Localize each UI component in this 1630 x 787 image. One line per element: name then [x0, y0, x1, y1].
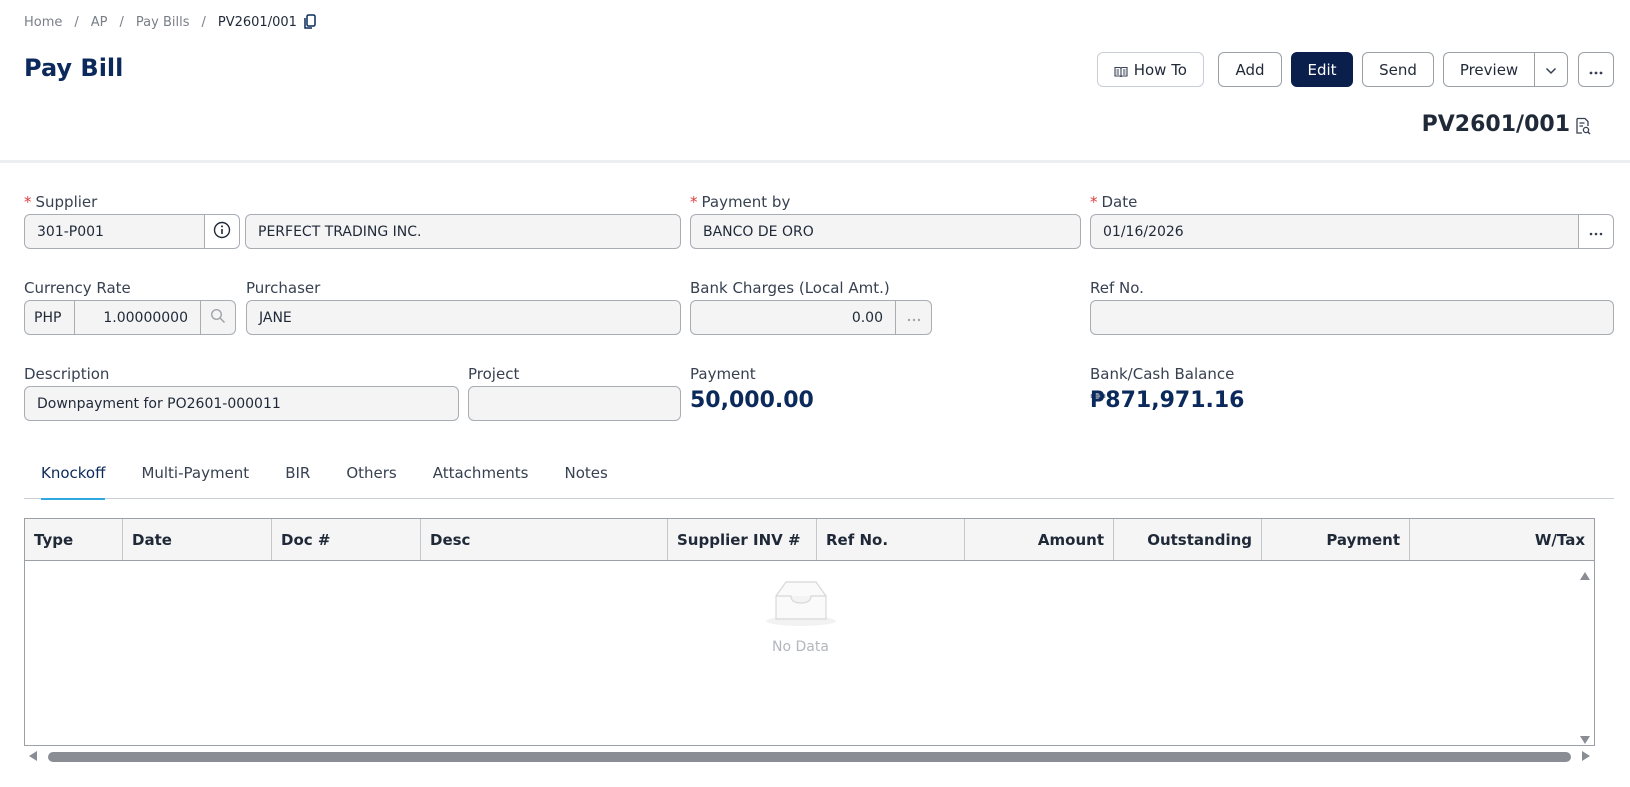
purchaser-field[interactable]: JANE: [246, 300, 681, 335]
tab-others[interactable]: Others: [346, 455, 396, 499]
column-header-amount[interactable]: Amount: [965, 519, 1114, 560]
breadcrumb-separator: /: [201, 14, 206, 30]
scroll-right-icon[interactable]: [1581, 750, 1591, 766]
tab-multi-payment[interactable]: Multi-Payment: [141, 455, 249, 499]
table-header: Type Date Doc # Desc Supplier INV # Ref …: [25, 519, 1594, 561]
page-title: Pay Bill: [24, 54, 124, 82]
project-label: Project: [468, 365, 520, 383]
column-header-type[interactable]: Type: [25, 519, 123, 560]
breadcrumb-separator: /: [119, 14, 124, 30]
purchaser-label: Purchaser: [246, 279, 321, 297]
date-picker-button[interactable]: [1578, 214, 1614, 249]
preview-button[interactable]: Preview: [1443, 52, 1534, 87]
breadcrumb-separator: /: [74, 14, 79, 30]
date-field[interactable]: 01/16/2026: [1090, 214, 1579, 249]
info-icon: [213, 221, 231, 243]
column-header-outstanding[interactable]: Outstanding: [1114, 519, 1262, 560]
scroll-up-icon[interactable]: [1579, 569, 1591, 585]
ellipsis-icon: [1589, 224, 1603, 240]
column-header-ref-no[interactable]: Ref No.: [817, 519, 965, 560]
breadcrumb-ap[interactable]: AP: [91, 15, 108, 30]
breadcrumb-home[interactable]: Home: [24, 15, 62, 30]
column-header-wtax[interactable]: W/Tax: [1410, 519, 1594, 560]
breadcrumb-pay-bills[interactable]: Pay Bills: [136, 15, 190, 30]
add-button[interactable]: Add: [1218, 52, 1282, 87]
bank-charges-field[interactable]: 0.00: [690, 300, 896, 335]
ellipsis-icon: [907, 310, 921, 326]
tab-attachments[interactable]: Attachments: [433, 455, 529, 499]
preview-dropdown-button[interactable]: [1534, 52, 1568, 87]
supplier-name-field[interactable]: PERFECT TRADING INC.: [245, 214, 681, 249]
column-header-payment[interactable]: Payment: [1262, 519, 1410, 560]
document-search-icon[interactable]: [1574, 117, 1592, 135]
tab-bir[interactable]: BIR: [285, 455, 310, 499]
ref-no-field[interactable]: [1090, 300, 1614, 335]
book-icon: [1114, 64, 1128, 77]
scroll-left-icon[interactable]: [28, 750, 38, 766]
description-label: Description: [24, 365, 110, 383]
column-header-supplier-inv[interactable]: Supplier INV #: [668, 519, 817, 560]
vertical-scrollbar[interactable]: [1576, 561, 1594, 745]
tab-knockoff[interactable]: Knockoff: [41, 455, 106, 500]
supplier-code-field[interactable]: 301-P001: [24, 214, 205, 249]
bank-balance-amount: ₱871,971.16: [1090, 388, 1245, 413]
empty-state-text: No Data: [772, 639, 829, 655]
currency-rate-label: Currency Rate: [24, 279, 131, 297]
breadcrumb: Home / AP / Pay Bills / PV2601/001: [24, 14, 317, 30]
horizontal-scrollbar[interactable]: [24, 748, 1595, 764]
payment-amount: 50,000.00: [690, 388, 814, 413]
breadcrumb-current: PV2601/001: [217, 14, 297, 30]
tab-notes[interactable]: Notes: [564, 455, 607, 499]
edit-button[interactable]: Edit: [1291, 52, 1353, 87]
empty-state: No Data: [25, 579, 1576, 655]
bank-charges-button[interactable]: [895, 300, 932, 335]
column-header-desc[interactable]: Desc: [421, 519, 668, 560]
currency-field[interactable]: PHP: [24, 300, 75, 335]
copy-icon[interactable]: [303, 14, 317, 30]
supplier-info-button[interactable]: [204, 214, 240, 249]
empty-inbox-icon: [764, 579, 838, 631]
more-actions-button[interactable]: [1578, 52, 1614, 87]
payment-label: Payment: [690, 365, 756, 383]
header-divider: [0, 160, 1630, 163]
currency-rate-field[interactable]: 1.00000000: [74, 300, 201, 335]
how-to-button[interactable]: How To: [1096, 52, 1204, 87]
project-field[interactable]: [468, 386, 681, 421]
tab-bar: Knockoff Multi-Payment BIR Others Attach…: [24, 455, 1614, 500]
supplier-label: * Supplier: [24, 193, 98, 211]
column-header-doc[interactable]: Doc #: [272, 519, 421, 560]
payment-by-field[interactable]: BANCO DE ORO: [690, 214, 1081, 249]
ellipsis-icon: [1589, 61, 1603, 79]
knockoff-table: Type Date Doc # Desc Supplier INV # Ref …: [24, 518, 1595, 746]
bank-charges-label: Bank Charges (Local Amt.): [690, 279, 890, 297]
column-header-date[interactable]: Date: [123, 519, 272, 560]
ref-no-label: Ref No.: [1090, 279, 1144, 297]
document-number: PV2601/001: [1421, 112, 1570, 137]
description-field[interactable]: Downpayment for PO2601-000011: [24, 386, 459, 421]
horizontal-scroll-thumb[interactable]: [48, 752, 1571, 762]
chevron-down-icon: [1545, 61, 1557, 79]
search-icon: [210, 308, 226, 328]
currency-search-button[interactable]: [200, 300, 236, 335]
bank-balance-label: Bank/Cash Balance: [1090, 365, 1235, 383]
toolbar: How To Add Edit Send Preview: [1096, 52, 1614, 87]
scroll-down-icon[interactable]: [1579, 733, 1591, 749]
date-label: * Date: [1090, 193, 1138, 211]
how-to-label: How To: [1133, 60, 1187, 79]
send-button[interactable]: Send: [1362, 52, 1434, 87]
payment-by-label: * Payment by: [690, 193, 791, 211]
